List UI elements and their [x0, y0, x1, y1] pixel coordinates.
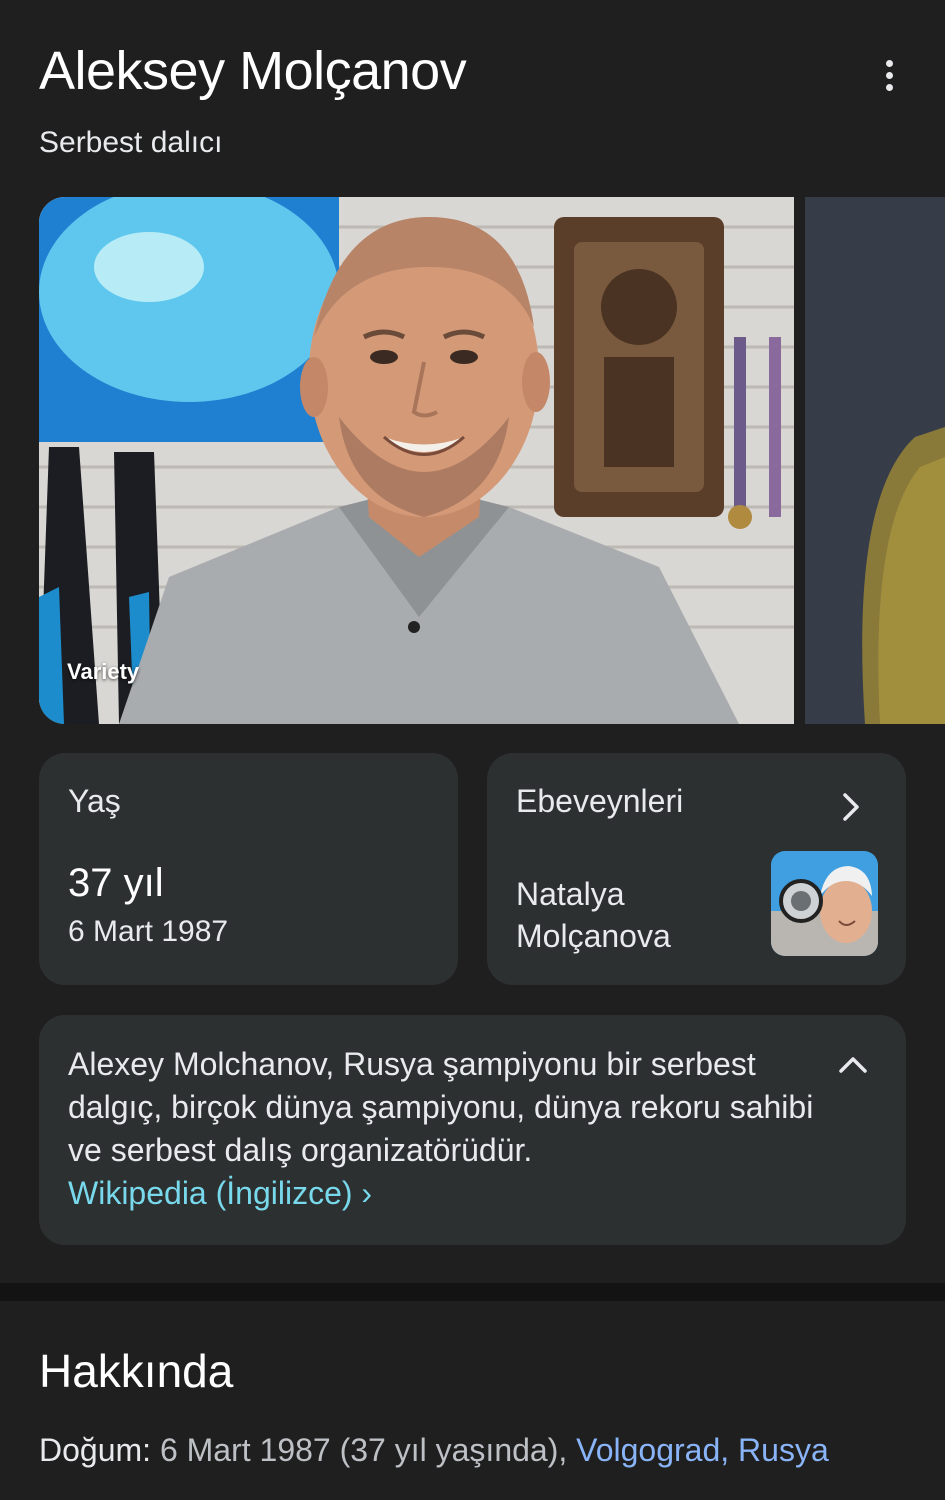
birth-label: Doğum: — [39, 1432, 152, 1468]
more-options-icon[interactable] — [866, 52, 912, 98]
main-photo[interactable]: Variety — [39, 197, 794, 724]
age-card: Yaş 37 yıl 6 Mart 1987 — [39, 753, 458, 985]
birth-place-link[interactable]: Volgograd, Rusya — [576, 1432, 829, 1468]
birth-fact: Doğum: 6 Mart 1987 (37 yıl yaşında), Vol… — [39, 1432, 829, 1469]
parent-last-name: Molçanova — [516, 918, 671, 954]
section-divider — [0, 1283, 945, 1301]
chevron-right-icon[interactable] — [831, 787, 871, 827]
next-photo-illustration — [805, 197, 945, 724]
parent-avatar[interactable] — [771, 851, 878, 956]
parents-card[interactable]: Ebeveynleri Natalya Molçanova — [487, 753, 906, 985]
next-photo[interactable] — [805, 197, 945, 724]
birth-value: 6 Mart 1987 (37 yıl yaşında), — [159, 1432, 568, 1468]
age-value: 37 yıl — [68, 861, 164, 905]
image-carousel[interactable]: Variety — [39, 197, 945, 724]
parent-name[interactable]: Natalya Molçanova — [516, 873, 746, 957]
parent-photo — [771, 851, 878, 956]
main-photo-illustration — [39, 197, 794, 724]
description-body: Alexey Molchanov, Rusya şampiyonu bir se… — [68, 1046, 814, 1168]
description-card: Alexey Molchanov, Rusya şampiyonu bir se… — [39, 1015, 906, 1245]
age-label: Yaş — [68, 783, 121, 819]
parent-first-name: Natalya — [516, 876, 625, 912]
birth-date: 6 Mart 1987 — [68, 915, 229, 948]
wikipedia-link[interactable]: Wikipedia (İngilizce) › — [68, 1175, 372, 1211]
chevron-up-icon[interactable] — [833, 1045, 873, 1085]
about-section-title: Hakkında — [39, 1345, 234, 1397]
entity-subtitle: Serbest dalıcı — [39, 126, 223, 159]
description-text: Alexey Molchanov, Rusya şampiyonu bir se… — [68, 1043, 818, 1215]
photo-source-label: Variety — [67, 659, 140, 684]
entity-title: Aleksey Molçanov — [39, 41, 467, 101]
parents-label: Ebeveynleri — [516, 783, 684, 819]
